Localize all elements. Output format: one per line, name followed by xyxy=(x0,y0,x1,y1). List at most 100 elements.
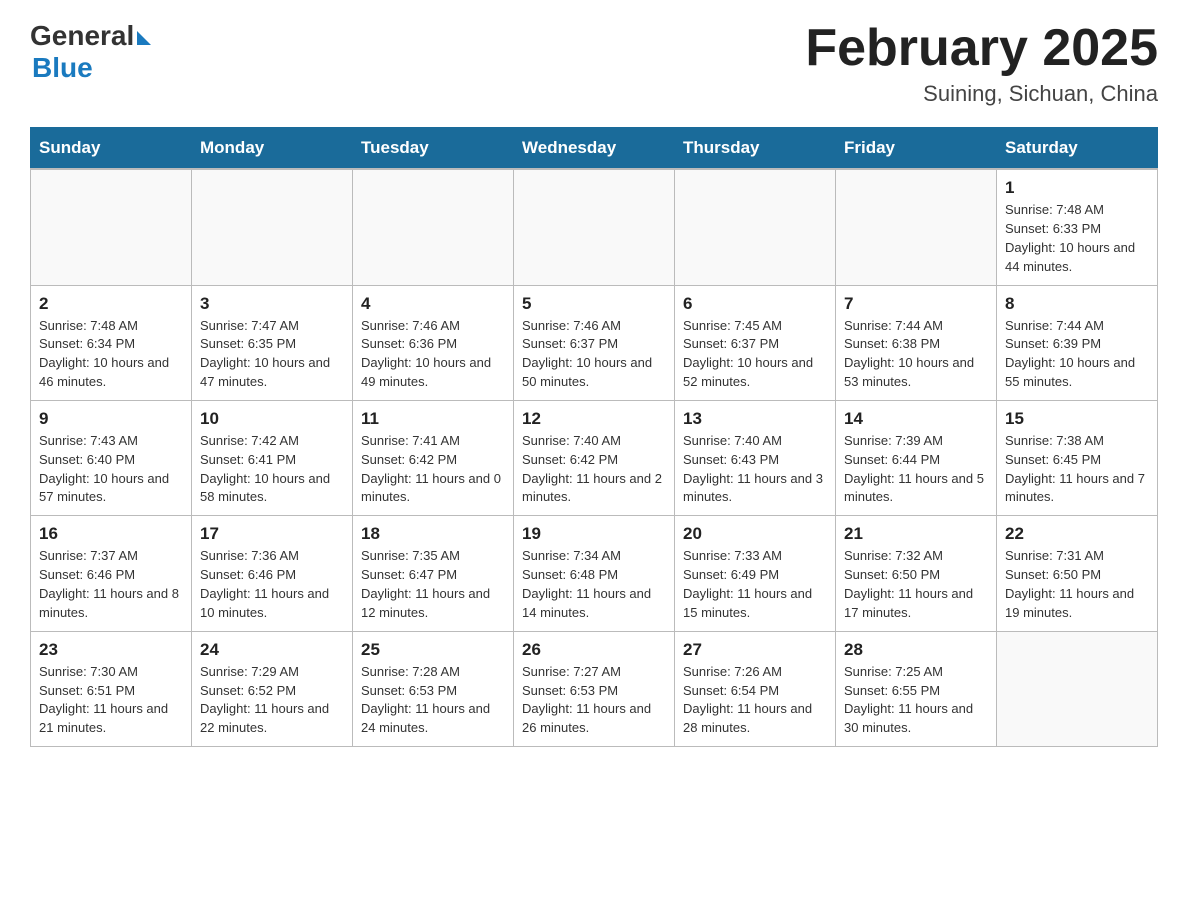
title-section: February 2025 Suining, Sichuan, China xyxy=(805,20,1158,107)
day-number: 28 xyxy=(844,640,988,660)
page-header: General Blue February 2025 Suining, Sich… xyxy=(30,20,1158,107)
day-number: 5 xyxy=(522,294,666,314)
day-number: 13 xyxy=(683,409,827,429)
day-info: Sunrise: 7:44 AM Sunset: 6:38 PM Dayligh… xyxy=(844,317,988,392)
day-number: 7 xyxy=(844,294,988,314)
day-number: 24 xyxy=(200,640,344,660)
calendar-cell xyxy=(514,169,675,285)
calendar-cell: 15 Sunrise: 7:38 AM Sunset: 6:45 PM Dayli… xyxy=(997,400,1158,515)
day-info: Sunrise: 7:35 AM Sunset: 6:47 PM Dayligh… xyxy=(361,547,505,622)
calendar-cell: 24 Sunrise: 7:29 AM Sunset: 6:52 PM Dayli… xyxy=(192,631,353,746)
calendar-week-row: 2 Sunrise: 7:48 AM Sunset: 6:34 PM Daylig… xyxy=(31,285,1158,400)
day-info: Sunrise: 7:40 AM Sunset: 6:43 PM Dayligh… xyxy=(683,432,827,507)
calendar-cell: 23 Sunrise: 7:30 AM Sunset: 6:51 PM Dayli… xyxy=(31,631,192,746)
day-number: 25 xyxy=(361,640,505,660)
calendar-cell: 11 Sunrise: 7:41 AM Sunset: 6:42 PM Dayli… xyxy=(353,400,514,515)
logo-triangle-icon xyxy=(137,31,151,45)
day-number: 4 xyxy=(361,294,505,314)
day-info: Sunrise: 7:45 AM Sunset: 6:37 PM Dayligh… xyxy=(683,317,827,392)
col-monday: Monday xyxy=(192,128,353,170)
day-info: Sunrise: 7:47 AM Sunset: 6:35 PM Dayligh… xyxy=(200,317,344,392)
calendar-table: Sunday Monday Tuesday Wednesday Thursday… xyxy=(30,127,1158,747)
day-number: 19 xyxy=(522,524,666,544)
day-info: Sunrise: 7:46 AM Sunset: 6:37 PM Dayligh… xyxy=(522,317,666,392)
day-info: Sunrise: 7:36 AM Sunset: 6:46 PM Dayligh… xyxy=(200,547,344,622)
calendar-week-row: 1Sunrise: 7:48 AM Sunset: 6:33 PM Daylig… xyxy=(31,169,1158,285)
calendar-cell xyxy=(353,169,514,285)
day-number: 23 xyxy=(39,640,183,660)
calendar-cell: 18Sunrise: 7:35 AM Sunset: 6:47 PM Dayli… xyxy=(353,516,514,631)
day-info: Sunrise: 7:46 AM Sunset: 6:36 PM Dayligh… xyxy=(361,317,505,392)
col-friday: Friday xyxy=(836,128,997,170)
col-tuesday: Tuesday xyxy=(353,128,514,170)
calendar-cell: 13 Sunrise: 7:40 AM Sunset: 6:43 PM Dayli… xyxy=(675,400,836,515)
day-number: 11 xyxy=(361,409,505,429)
calendar-cell: 28 Sunrise: 7:25 AM Sunset: 6:55 PM Dayli… xyxy=(836,631,997,746)
day-number: 12 xyxy=(522,409,666,429)
day-info: Sunrise: 7:41 AM Sunset: 6:42 PM Dayligh… xyxy=(361,432,505,507)
day-info: Sunrise: 7:31 AM Sunset: 6:50 PM Dayligh… xyxy=(1005,547,1149,622)
day-info: Sunrise: 7:30 AM Sunset: 6:51 PM Dayligh… xyxy=(39,663,183,738)
calendar-cell: 21 Sunrise: 7:32 AM Sunset: 6:50 PM Dayli… xyxy=(836,516,997,631)
calendar-cell: 17 Sunrise: 7:36 AM Sunset: 6:46 PM Dayli… xyxy=(192,516,353,631)
day-info: Sunrise: 7:29 AM Sunset: 6:52 PM Dayligh… xyxy=(200,663,344,738)
calendar-cell: 16Sunrise: 7:37 AM Sunset: 6:46 PM Dayli… xyxy=(31,516,192,631)
day-number: 15 xyxy=(1005,409,1149,429)
day-number: 20 xyxy=(683,524,827,544)
day-number: 9 xyxy=(39,409,183,429)
day-number: 14 xyxy=(844,409,988,429)
calendar-cell xyxy=(675,169,836,285)
day-info: Sunrise: 7:44 AM Sunset: 6:39 PM Dayligh… xyxy=(1005,317,1149,392)
day-info: Sunrise: 7:27 AM Sunset: 6:53 PM Dayligh… xyxy=(522,663,666,738)
calendar-header-row: Sunday Monday Tuesday Wednesday Thursday… xyxy=(31,128,1158,170)
calendar-cell: 25 Sunrise: 7:28 AM Sunset: 6:53 PM Dayli… xyxy=(353,631,514,746)
day-info: Sunrise: 7:39 AM Sunset: 6:44 PM Dayligh… xyxy=(844,432,988,507)
calendar-week-row: 16Sunrise: 7:37 AM Sunset: 6:46 PM Dayli… xyxy=(31,516,1158,631)
col-saturday: Saturday xyxy=(997,128,1158,170)
day-number: 8 xyxy=(1005,294,1149,314)
calendar-cell: 19 Sunrise: 7:34 AM Sunset: 6:48 PM Dayli… xyxy=(514,516,675,631)
day-number: 3 xyxy=(200,294,344,314)
day-number: 16 xyxy=(39,524,183,544)
calendar-cell: 10 Sunrise: 7:42 AM Sunset: 6:41 PM Dayli… xyxy=(192,400,353,515)
calendar-cell: 9 Sunrise: 7:43 AM Sunset: 6:40 PM Daylig… xyxy=(31,400,192,515)
day-number: 10 xyxy=(200,409,344,429)
day-info: Sunrise: 7:28 AM Sunset: 6:53 PM Dayligh… xyxy=(361,663,505,738)
calendar-cell: 20 Sunrise: 7:33 AM Sunset: 6:49 PM Dayli… xyxy=(675,516,836,631)
day-info: Sunrise: 7:38 AM Sunset: 6:45 PM Dayligh… xyxy=(1005,432,1149,507)
col-wednesday: Wednesday xyxy=(514,128,675,170)
calendar-cell: 2 Sunrise: 7:48 AM Sunset: 6:34 PM Daylig… xyxy=(31,285,192,400)
day-info: Sunrise: 7:40 AM Sunset: 6:42 PM Dayligh… xyxy=(522,432,666,507)
day-info: Sunrise: 7:32 AM Sunset: 6:50 PM Dayligh… xyxy=(844,547,988,622)
month-title: February 2025 xyxy=(805,20,1158,77)
col-thursday: Thursday xyxy=(675,128,836,170)
logo-general-text: General xyxy=(30,20,134,52)
day-info: Sunrise: 7:48 AM Sunset: 6:34 PM Dayligh… xyxy=(39,317,183,392)
calendar-cell: 5 Sunrise: 7:46 AM Sunset: 6:37 PM Daylig… xyxy=(514,285,675,400)
calendar-cell: 8 Sunrise: 7:44 AM Sunset: 6:39 PM Daylig… xyxy=(997,285,1158,400)
calendar-cell: 7 Sunrise: 7:44 AM Sunset: 6:38 PM Daylig… xyxy=(836,285,997,400)
day-info: Sunrise: 7:43 AM Sunset: 6:40 PM Dayligh… xyxy=(39,432,183,507)
day-info: Sunrise: 7:26 AM Sunset: 6:54 PM Dayligh… xyxy=(683,663,827,738)
day-number: 17 xyxy=(200,524,344,544)
calendar-cell: 26Sunrise: 7:27 AM Sunset: 6:53 PM Dayli… xyxy=(514,631,675,746)
col-sunday: Sunday xyxy=(31,128,192,170)
day-info: Sunrise: 7:33 AM Sunset: 6:49 PM Dayligh… xyxy=(683,547,827,622)
calendar-cell: 12 Sunrise: 7:40 AM Sunset: 6:42 PM Dayli… xyxy=(514,400,675,515)
calendar-cell: 3 Sunrise: 7:47 AM Sunset: 6:35 PM Daylig… xyxy=(192,285,353,400)
logo: General Blue xyxy=(30,20,151,84)
day-number: 2 xyxy=(39,294,183,314)
calendar-week-row: 23 Sunrise: 7:30 AM Sunset: 6:51 PM Dayli… xyxy=(31,631,1158,746)
day-number: 27 xyxy=(683,640,827,660)
day-info: Sunrise: 7:42 AM Sunset: 6:41 PM Dayligh… xyxy=(200,432,344,507)
day-number: 6 xyxy=(683,294,827,314)
calendar-week-row: 9 Sunrise: 7:43 AM Sunset: 6:40 PM Daylig… xyxy=(31,400,1158,515)
day-number: 22 xyxy=(1005,524,1149,544)
day-number: 21 xyxy=(844,524,988,544)
calendar-cell: 27 Sunrise: 7:26 AM Sunset: 6:54 PM Dayli… xyxy=(675,631,836,746)
day-info: Sunrise: 7:34 AM Sunset: 6:48 PM Dayligh… xyxy=(522,547,666,622)
calendar-cell: 14 Sunrise: 7:39 AM Sunset: 6:44 PM Dayli… xyxy=(836,400,997,515)
day-info: Sunrise: 7:25 AM Sunset: 6:55 PM Dayligh… xyxy=(844,663,988,738)
logo-blue-text: Blue xyxy=(32,52,93,84)
location-subtitle: Suining, Sichuan, China xyxy=(805,81,1158,107)
